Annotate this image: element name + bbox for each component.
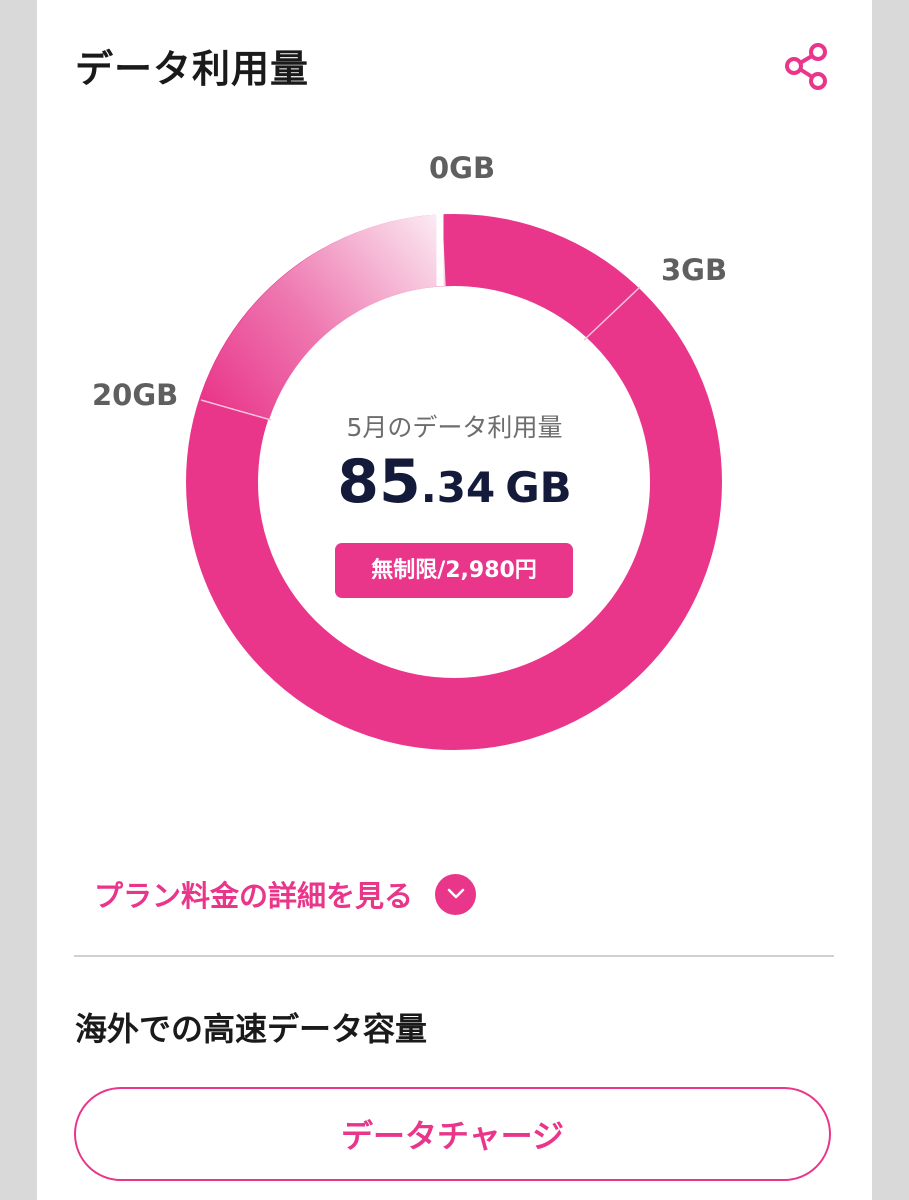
usage-value-integer: 85 — [337, 447, 421, 517]
usage-value-unit: GB — [505, 463, 572, 512]
chevron-down-icon[interactable] — [435, 873, 477, 915]
gauge-fade-segment — [200, 214, 447, 421]
data-usage-card: データ利用量 0GB 3GB 20GB 5月のデータ利用量 85.34 GB 無制… — [37, 0, 872, 1200]
tick-label-20gb: 20GB — [92, 378, 179, 412]
tick-label-3gb: 3GB — [661, 253, 728, 287]
section-divider — [74, 955, 834, 957]
usage-caption: 5月のデータ利用量 — [346, 413, 563, 442]
data-charge-button[interactable]: データチャージ — [74, 1087, 831, 1181]
usage-value-decimal: .34 — [420, 463, 496, 512]
overseas-section-title: 海外での高速データ容量 — [75, 1010, 428, 1048]
plan-details-label: プラン料金の詳細を見る — [94, 879, 414, 913]
usage-value: 85.34 GB — [37, 447, 872, 517]
plan-badge: 無制限/2,980円 — [335, 543, 573, 598]
plan-details-link[interactable]: プラン料金の詳細を見る — [94, 870, 477, 918]
tick-label-0gb: 0GB — [429, 151, 496, 185]
